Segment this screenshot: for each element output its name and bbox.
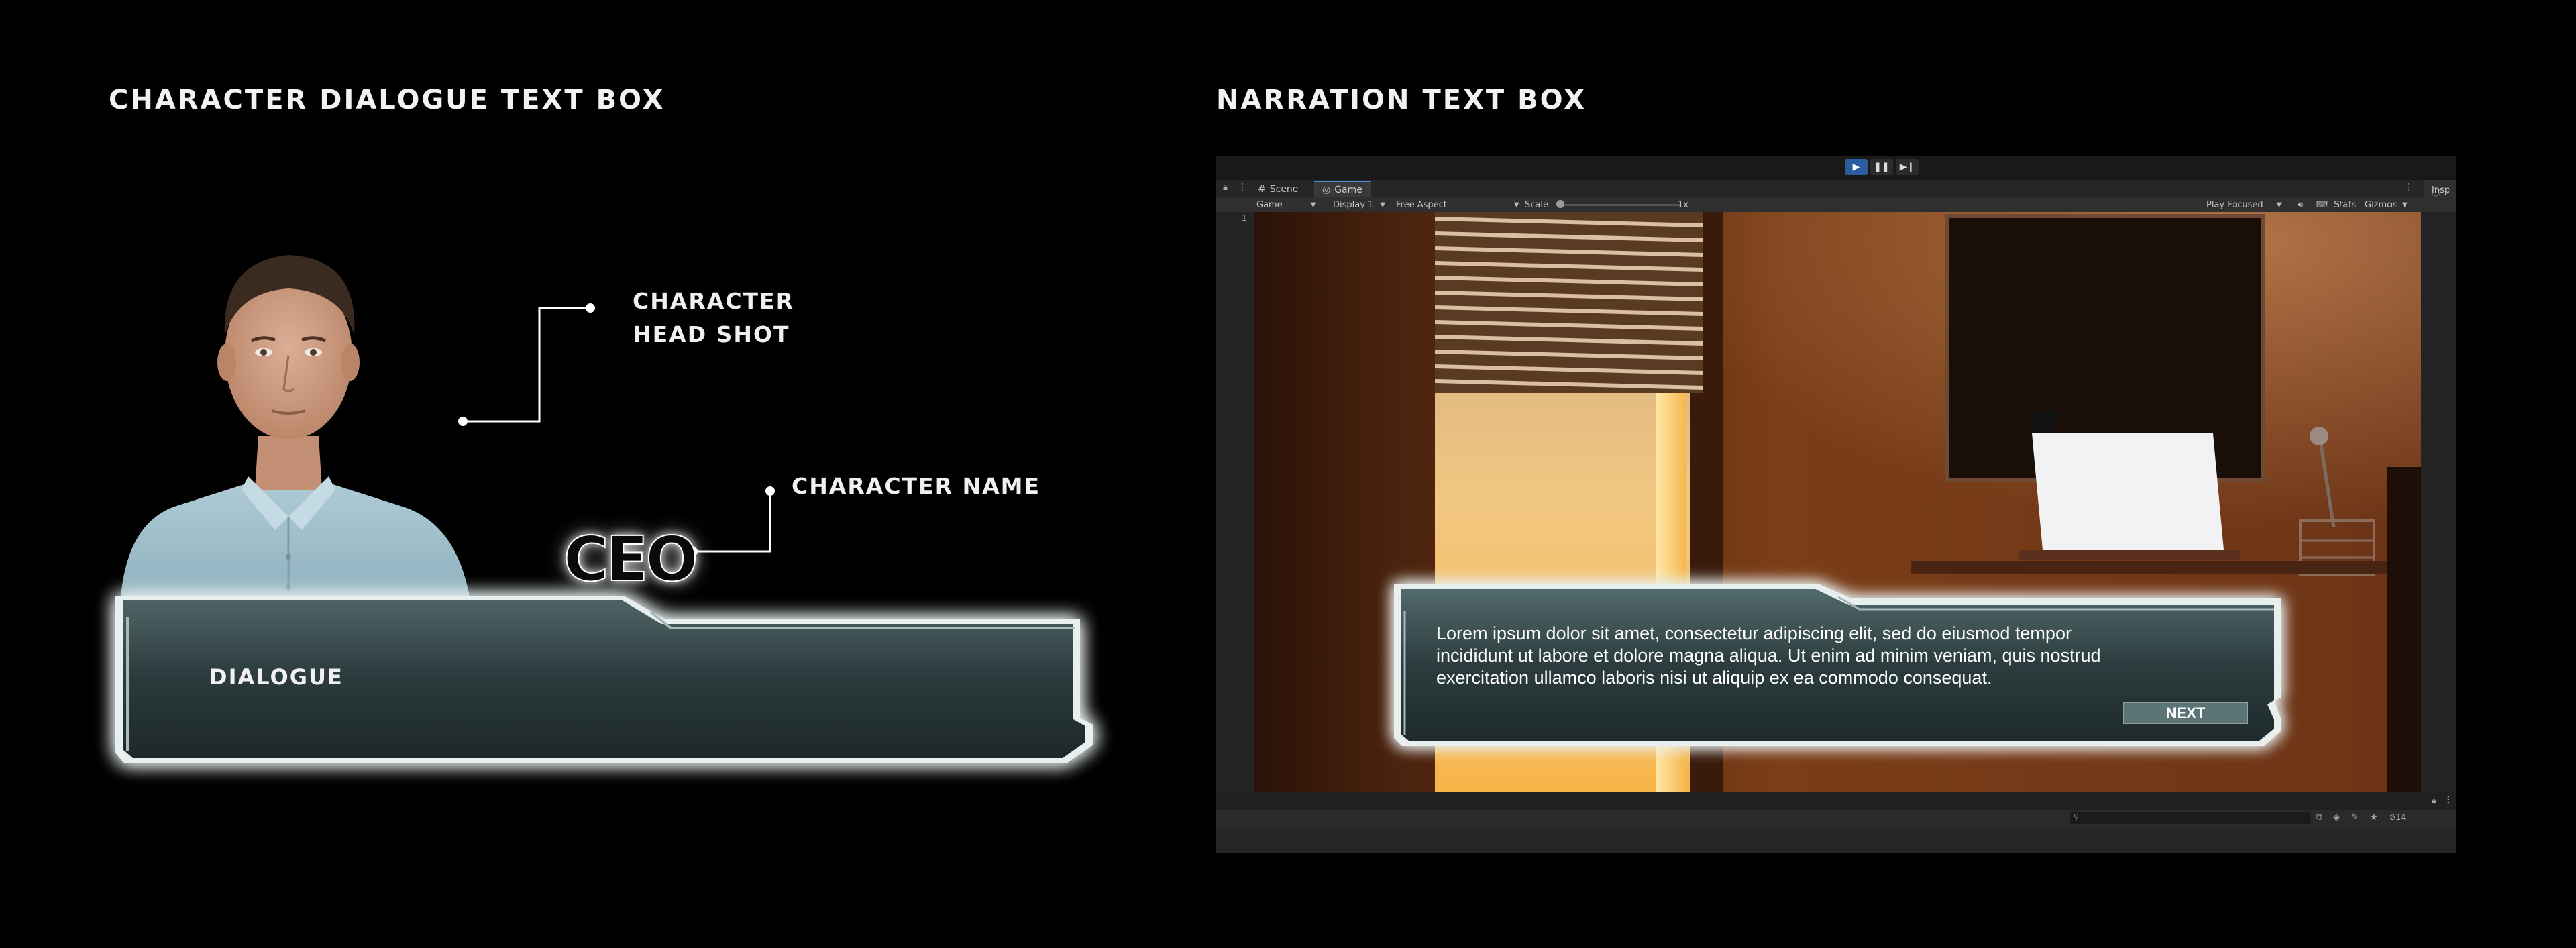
- kebab-menu-icon[interactable]: ⋮: [2444, 795, 2453, 805]
- inspector-tab[interactable]: ⓘ Insp: [2424, 180, 2456, 198]
- tab-game[interactable]: ◎ Game: [1314, 181, 1371, 197]
- play-controls: ▶ ❚❚ ▶❙: [1845, 159, 1919, 175]
- stats-toggle[interactable]: Stats: [2334, 199, 2356, 211]
- tab-options-icon[interactable]: ⋮: [2404, 182, 2413, 193]
- play-mode-select-value: Play Focused: [2206, 199, 2263, 210]
- name-callout-label: CHARACTER NAME: [792, 473, 1041, 499]
- headshot-label-line1: CHARACTER: [633, 288, 795, 314]
- headshot-label-line2: HEAD SHOT: [633, 321, 790, 348]
- play-mode-select[interactable]: Play Focused ▼: [2206, 199, 2282, 211]
- editor-status-strip: 🔒︎ ⋮: [1216, 792, 2456, 810]
- project-panel: [1216, 827, 2456, 853]
- pause-button[interactable]: ❚❚: [1870, 159, 1893, 175]
- gizmos-label: Gizmos: [2365, 199, 2397, 210]
- narration-section-title: NARRATION TEXT BOX: [1216, 85, 1587, 115]
- kebab-menu-icon[interactable]: ⋮: [1238, 182, 1247, 193]
- search-input[interactable]: ⚲: [2070, 812, 2311, 824]
- play-button[interactable]: ▶: [1845, 159, 1868, 175]
- chevron-down-icon: ▼: [2402, 201, 2408, 209]
- favorite-icon[interactable]: ★: [2370, 812, 2378, 823]
- left-gutter: 1: [1216, 212, 1254, 792]
- editor-tabbar: 🔒︎ ⋮ # Scene ◎ Game ⋮: [1216, 180, 2456, 197]
- tag-icon[interactable]: ✎: [2351, 812, 2359, 823]
- scale-slider-track[interactable]: [1560, 204, 1680, 206]
- step-button[interactable]: ▶❙: [1896, 159, 1919, 175]
- layers-count: 14: [2396, 812, 2406, 822]
- filter-type-icon[interactable]: ⧉: [2316, 812, 2322, 823]
- scene-grid-icon: #: [1258, 184, 1266, 195]
- scale-slider-handle[interactable]: [1556, 200, 1564, 208]
- display-select[interactable]: Display 1 ▼: [1333, 199, 1385, 211]
- eye-slash-icon: ⊘: [2389, 812, 2396, 822]
- view-select-value: Game: [1256, 199, 1283, 210]
- game-toolbar: Game ▼ Display 1 ▼ Free Aspect ▼ Scale 1…: [1216, 197, 2456, 212]
- next-button[interactable]: NEXT: [2123, 702, 2248, 724]
- keyboard-icon[interactable]: ⌨: [2316, 199, 2329, 211]
- narration-text: Lorem ipsum dolor sit amet, consectetur …: [1436, 623, 2101, 688]
- tab-scene-label: Scene: [1269, 184, 1299, 195]
- aspect-select-value: Free Aspect: [1396, 199, 1447, 210]
- mute-audio-icon[interactable]: 🔊︎: [2298, 199, 2303, 211]
- tab-scene[interactable]: # Scene: [1250, 181, 1306, 197]
- lock-icon[interactable]: 🔒︎: [1223, 182, 1228, 193]
- right-gutter: [2421, 212, 2456, 792]
- lock-icon[interactable]: 🔒︎: [2432, 796, 2436, 806]
- character-headshot: [121, 255, 470, 597]
- chevron-down-icon: ▼: [1310, 201, 1316, 209]
- chevron-down-icon: ▼: [1380, 201, 1386, 209]
- editor-topbar: ▶ ❚❚ ▶❙: [1216, 156, 2456, 180]
- scale-value: 1x: [1678, 199, 1688, 210]
- view-select[interactable]: Game ▼: [1256, 199, 1316, 211]
- dialogue-section-title: CHARACTER DIALOGUE TEXT BOX: [109, 85, 665, 115]
- tab-game-label: Game: [1334, 185, 1362, 195]
- headshot-callout-label: CHARACTER HEAD SHOT: [633, 284, 794, 352]
- game-controller-icon: ◎: [1322, 185, 1331, 195]
- character-name: CEO: [563, 523, 699, 596]
- window-blinds: [1434, 212, 1704, 393]
- dialogue-text: DIALOGUE: [209, 664, 343, 690]
- display-select-value: Display 1: [1333, 199, 1374, 210]
- filter-label-icon[interactable]: ◈: [2333, 812, 2340, 823]
- gizmos-menu[interactable]: Gizmos ▼: [2365, 199, 2408, 211]
- search-icon: ⚲: [2074, 812, 2080, 821]
- aspect-select[interactable]: Free Aspect ▼: [1396, 199, 1519, 211]
- scale-label: Scale: [1525, 199, 1548, 210]
- chevron-down-icon: ▼: [1513, 201, 1519, 209]
- left-gutter-value: 1: [1242, 213, 1247, 223]
- layers-indicator[interactable]: ⊘14: [2389, 812, 2406, 822]
- inspector-tab-label: Insp: [2432, 185, 2451, 195]
- chevron-down-icon: ▼: [2276, 201, 2282, 209]
- project-search-bar: ⚲ ⧉ ◈ ✎ ★ ⊘14: [1216, 810, 2456, 827]
